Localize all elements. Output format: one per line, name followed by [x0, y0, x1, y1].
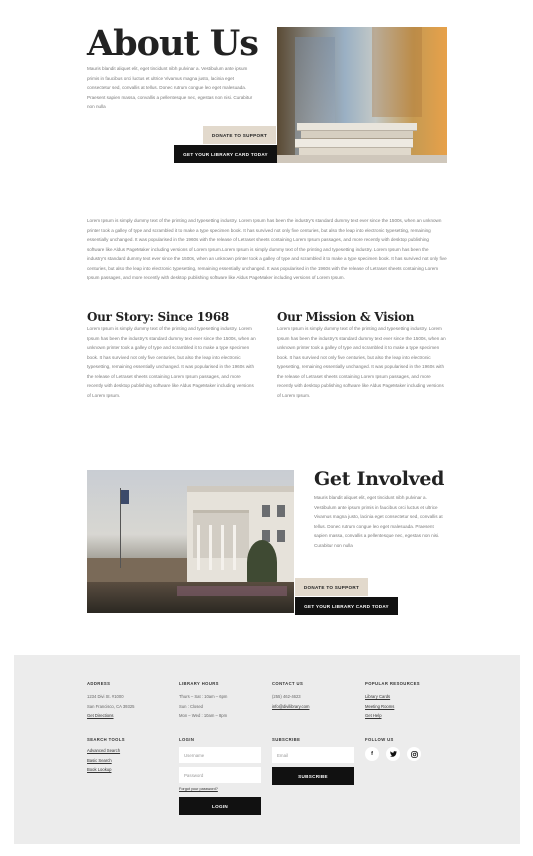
page-title: About Us [87, 23, 259, 64]
footer-address: ADDRESS 1234 Divi St. #1000 San Francisc… [87, 681, 172, 721]
instagram-icon[interactable] [407, 747, 421, 761]
footer: ADDRESS 1234 Divi St. #1000 San Francisc… [14, 655, 520, 844]
password-input[interactable]: Password [179, 767, 261, 783]
hours-line2: Sun : Closed [179, 703, 203, 709]
search-tools-heading: SEARCH TOOLS [87, 737, 125, 742]
login-heading: LOGIN [179, 737, 195, 742]
involved-text: Mauris blandit aliquet elit, eget tincid… [314, 495, 443, 548]
involved-title: Get Involved [314, 468, 445, 490]
get-directions-link[interactable]: Get Directions [87, 711, 172, 721]
hero-image [277, 27, 447, 163]
subscribe-email-input[interactable]: Email [272, 747, 354, 763]
involved-library-card-button[interactable]: GET YOUR LIBRARY CARD TODAY [295, 597, 398, 615]
subscribe-button[interactable]: SUBSCRIBE [272, 767, 354, 785]
book-lookup-link[interactable]: Book Lookup [87, 765, 172, 775]
mission-title: Our Mission & Vision [277, 310, 415, 324]
hours-line1: Thurs – Sat : 10am – 6pm [179, 694, 228, 699]
get-help-link[interactable]: Get Help [365, 711, 455, 721]
donate-button[interactable]: DONATE TO SUPPORT [203, 126, 276, 144]
library-building-image [87, 470, 294, 613]
mission-text: Lorem Ipsum is simply dummy text of the … [277, 326, 446, 398]
footer-contact: CONTACT US (255) 462-4623 info@divilibra… [272, 681, 357, 711]
contact-phone: (255) 462-4623 [272, 694, 301, 699]
resources-heading: POPULAR RESOURCES [365, 681, 420, 686]
basic-search-link[interactable]: Basic Search [87, 756, 172, 766]
footer-search-tools: SEARCH TOOLS Advanced Search Basic Searc… [87, 737, 172, 775]
intro-text: Lorem Ipsum is simply dummy text of the … [87, 218, 447, 280]
follow-heading: FOLLOW US [365, 737, 394, 742]
contact-email-link[interactable]: info@divilibrary.com [272, 702, 357, 712]
contact-heading: CONTACT US [272, 681, 304, 686]
forgot-password-link[interactable]: Forgot your password? [179, 785, 218, 795]
address-line2: San Francisco, CA 39325 [87, 703, 135, 709]
library-cards-link[interactable]: Library Cards [365, 692, 455, 702]
username-input[interactable]: Username [179, 747, 261, 763]
subscribe-heading: SUBSCRIBE [272, 737, 301, 742]
footer-resources: POPULAR RESOURCES Library Cards Meeting … [365, 681, 455, 721]
login-button[interactable]: LOGIN [179, 797, 261, 815]
story-title: Our Story: Since 1968 [87, 310, 229, 324]
hero-text: Mauris blandit aliquet elit, eget tincid… [87, 66, 253, 109]
meeting-rooms-link[interactable]: Meeting Rooms [365, 702, 455, 712]
facebook-icon[interactable]: f [365, 747, 379, 761]
story-text: Lorem Ipsum is simply dummy text of the … [87, 326, 256, 398]
footer-hours: LIBRARY HOURS Thurs – Sat : 10am – 6pm S… [179, 681, 264, 721]
address-line1: 1234 Divi St. #1000 [87, 694, 124, 699]
advanced-search-link[interactable]: Advanced Search [87, 746, 172, 756]
involved-donate-button[interactable]: DONATE TO SUPPORT [295, 578, 368, 596]
address-heading: ADDRESS [87, 681, 111, 686]
hours-line3: Mon – Wed : 10am – 8pm [179, 713, 228, 719]
hours-heading: LIBRARY HOURS [179, 681, 219, 686]
twitter-icon[interactable] [386, 747, 400, 761]
library-card-button[interactable]: GET YOUR LIBRARY CARD TODAY [174, 145, 277, 163]
